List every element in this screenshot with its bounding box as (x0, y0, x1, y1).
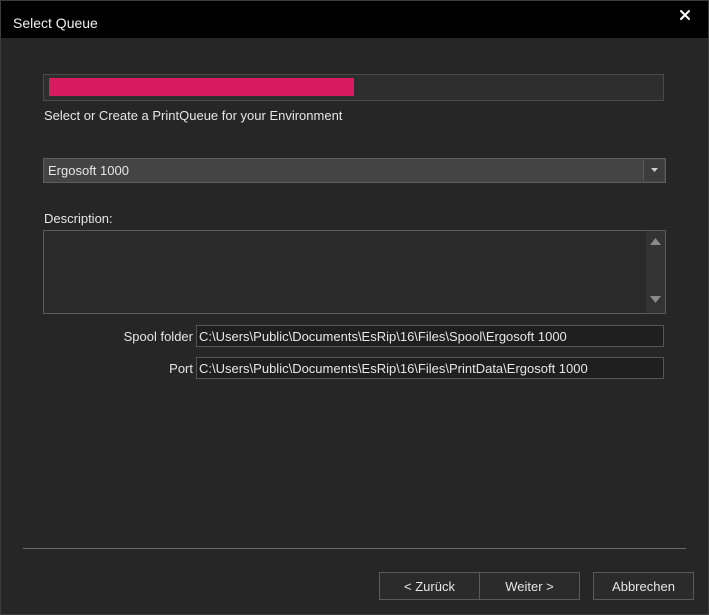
instruction-text: Select or Create a PrintQueue for your E… (44, 108, 343, 123)
port-input[interactable] (196, 357, 664, 379)
title-bar: Select Queue (1, 1, 708, 38)
footer-divider (23, 548, 686, 549)
triangle-up-icon (650, 238, 661, 245)
scroll-up-button[interactable] (646, 236, 665, 250)
description-label: Description: (44, 211, 113, 226)
spool-folder-label: Spool folder (123, 329, 193, 344)
queue-dropdown-value: Ergosoft 1000 (48, 163, 129, 178)
progress-fill (49, 78, 354, 96)
back-button[interactable]: < Zurück (379, 572, 480, 600)
chevron-down-icon (650, 168, 658, 172)
close-icon (680, 10, 690, 20)
select-queue-dialog: Select Queue Select or Create a PrintQue… (0, 0, 709, 615)
progress-bar (43, 74, 664, 101)
triangle-down-icon (650, 296, 661, 303)
window-title: Select Queue (13, 15, 98, 31)
description-box (43, 230, 666, 314)
next-button[interactable]: Weiter > (479, 572, 580, 600)
spool-folder-input[interactable] (196, 325, 664, 347)
description-textarea[interactable] (44, 231, 644, 313)
port-label: Port (169, 361, 193, 376)
queue-dropdown[interactable]: Ergosoft 1000 (43, 158, 666, 183)
cancel-button[interactable]: Abbrechen (593, 572, 694, 600)
close-button[interactable] (672, 5, 698, 27)
description-scrollbar[interactable] (646, 231, 665, 313)
scroll-down-button[interactable] (646, 294, 665, 308)
dropdown-arrow-button[interactable] (643, 160, 664, 181)
